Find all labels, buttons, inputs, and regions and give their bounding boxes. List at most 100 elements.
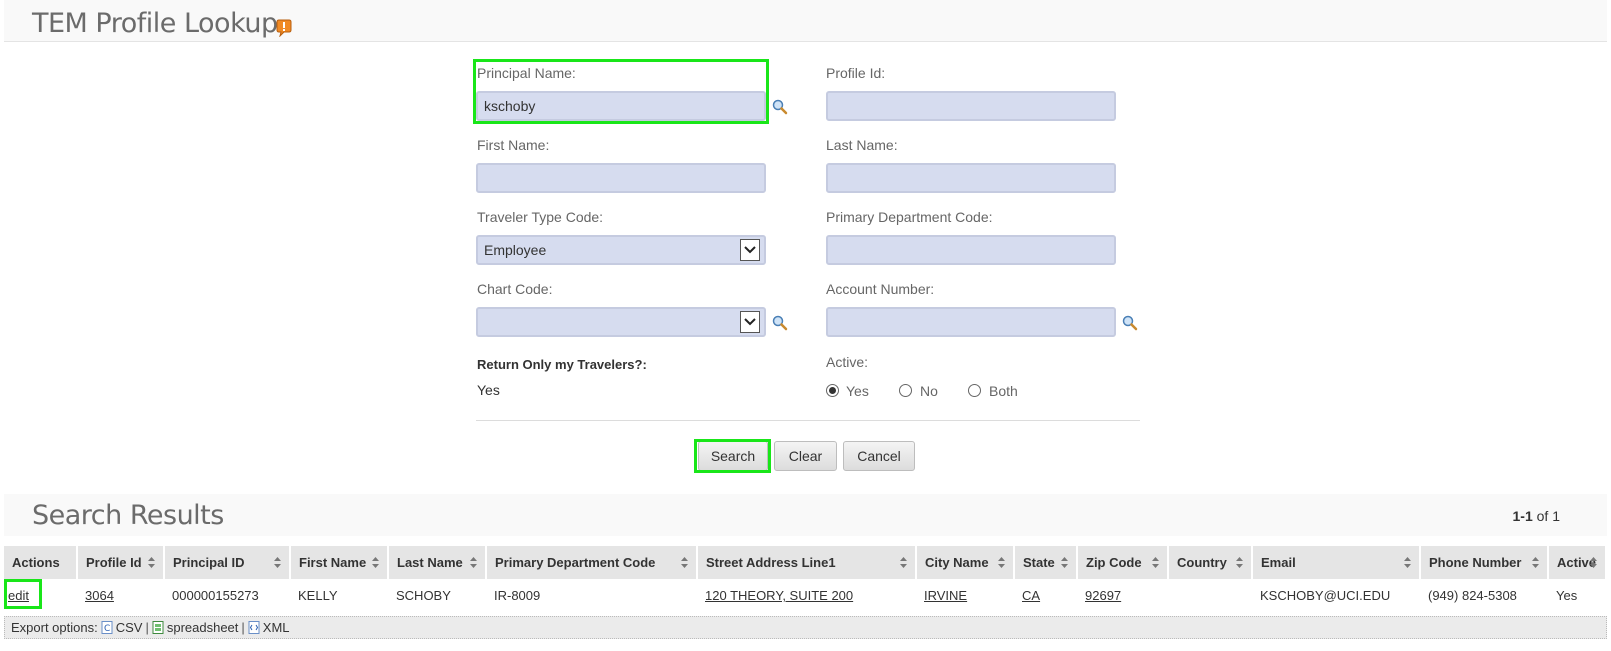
export-separator: | [145,620,149,635]
cell-city: IRVINE [916,579,1014,612]
principal-name-lookup-icon[interactable] [772,99,788,115]
column-header-city-name[interactable]: City Name [916,546,1015,579]
sort-arrows-icon[interactable] [900,557,907,568]
results-title: Search Results [32,500,224,531]
sort-arrows-icon[interactable] [372,557,379,568]
last-name-input[interactable] [826,163,1116,193]
sort-arrows-icon[interactable] [1404,557,1411,568]
sort-arrows-icon[interactable] [470,557,477,568]
return-only-my-travelers-label: Return Only my Travelers?: [477,357,647,372]
active-both-label: Both [989,383,1018,399]
column-header-country[interactable]: Country [1168,546,1253,579]
first-name-label: First Name: [477,137,550,153]
table-row: edit 3064 000000155273 KELLY SCHOBY IR-8… [4,579,1606,612]
sort-arrows-icon[interactable] [274,557,281,568]
column-header-actions: Actions [4,546,78,579]
profile-id-link[interactable]: 3064 [85,588,114,603]
active-both-radio[interactable] [968,384,981,397]
cell-zip: 92697 [1077,579,1168,612]
spreadsheet-icon [152,621,164,634]
page-header: TEM Profile Lookup [4,0,1607,42]
traveler-type-code-select[interactable]: Employee [476,235,766,265]
chevron-down-icon[interactable] [740,311,760,333]
help-bubble-icon[interactable] [275,19,293,37]
sort-arrows-icon[interactable] [148,557,155,568]
traveler-type-code-value: Employee [484,242,547,258]
results-header: Search Results 1-1 of 1 [4,494,1607,536]
sort-arrows-icon[interactable] [1532,557,1539,568]
export-xml-link[interactable]: XML [263,620,290,635]
principal-name-highlight [473,59,769,124]
last-name-label: Last Name: [826,137,898,153]
column-header-street-address-line1[interactable]: Street Address Line1 [697,546,917,579]
export-options: Export options: C CSV | spreadsheet | XM… [4,616,1607,639]
sort-arrows-icon[interactable] [681,557,688,568]
column-header-active[interactable]: Active [1548,546,1607,579]
xml-icon [248,621,260,634]
column-header-state[interactable]: State [1014,546,1078,579]
csv-icon: C [101,621,113,634]
state-link[interactable]: CA [1022,588,1040,603]
sort-arrows-icon[interactable] [1152,557,1159,568]
column-header-email[interactable]: Email [1252,546,1421,579]
account-number-lookup-icon[interactable] [1122,315,1138,331]
svg-text:C: C [104,624,110,634]
account-number-input[interactable] [826,307,1116,337]
traveler-type-code-label: Traveler Type Code: [477,209,604,225]
clear-button[interactable]: Clear [774,441,837,471]
cell-phone: (949) 824-5308 [1428,588,1517,603]
active-no-radio[interactable] [899,384,912,397]
column-header-primary-department-code[interactable]: Primary Department Code [486,546,698,579]
export-separator: | [241,620,245,635]
cell-profile-id: 3064 [77,579,164,612]
column-header-first-name[interactable]: First Name [290,546,389,579]
return-only-my-travelers-value: Yes [477,382,500,398]
cell-principal-id: 000000155273 [172,588,259,603]
form-divider [476,420,1140,421]
search-button-highlight [694,439,771,473]
first-name-input[interactable] [476,163,766,193]
sort-arrows-icon[interactable] [1236,557,1243,568]
sort-arrows-icon[interactable] [1590,557,1597,568]
column-header-last-name[interactable]: Last Name [388,546,487,579]
export-label: Export options: [11,620,98,635]
export-csv-link[interactable]: CSV [116,620,143,635]
zip-link[interactable]: 92697 [1085,588,1121,603]
primary-department-code-input[interactable] [826,235,1116,265]
account-number-label: Account Number: [826,281,935,297]
sort-arrows-icon[interactable] [998,557,1005,568]
cell-street: 120 THEORY, SUITE 200 [697,579,916,612]
active-yes-radio[interactable] [826,384,839,397]
city-link[interactable]: IRVINE [924,588,967,603]
cell-first-name: KELLY [298,588,338,603]
active-yes-label: Yes [846,383,869,399]
results-table: Actions Profile Id Principal ID First Na… [4,546,1607,612]
active-no-label: No [920,383,938,399]
cell-last-name: SCHOBY [396,588,451,603]
active-label: Active: [826,354,869,370]
cell-country [1168,579,1252,612]
results-header-row: Actions Profile Id Principal ID First Na… [4,546,1607,579]
export-spreadsheet-link[interactable]: spreadsheet [167,620,239,635]
chart-code-lookup-icon[interactable] [772,315,788,331]
column-header-phone-number[interactable]: Phone Number [1420,546,1549,579]
cell-state: CA [1014,579,1077,612]
sort-arrows-icon[interactable] [1061,557,1068,568]
chevron-down-icon[interactable] [740,239,760,261]
column-header-zip-code[interactable]: Zip Code [1077,546,1169,579]
street-link[interactable]: 120 THEORY, SUITE 200 [705,588,853,603]
edit-link-highlight [4,579,42,609]
pager-range: 1-1 [1512,508,1533,524]
chart-code-label: Chart Code: [477,281,553,297]
column-header-profile-id[interactable]: Profile Id [77,546,165,579]
primary-department-code-label: Primary Department Code: [826,209,993,225]
cancel-button[interactable]: Cancel [843,441,915,471]
pager-total: of 1 [1536,508,1560,524]
profile-id-input[interactable] [826,91,1116,121]
page-title: TEM Profile Lookup [32,8,278,39]
cell-email: KSCHOBY@UCI.EDU [1260,588,1391,603]
cell-department: IR-8009 [494,588,541,603]
results-pager: 1-1 of 1 [1513,508,1560,524]
column-header-principal-id[interactable]: Principal ID [164,546,291,579]
chart-code-select[interactable] [476,307,766,337]
